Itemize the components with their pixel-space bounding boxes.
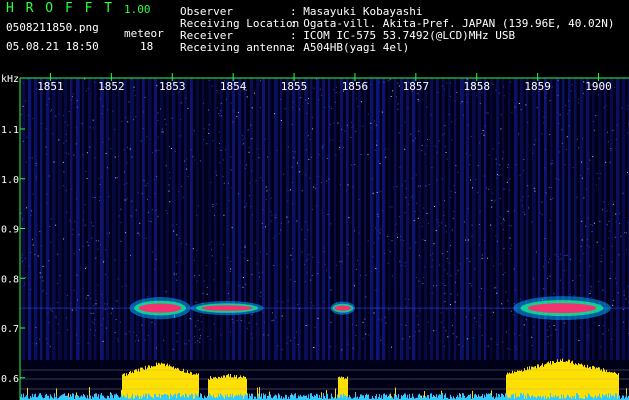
y-tick-label: 0.8 <box>1 274 19 285</box>
y-tick-label: 0.9 <box>1 225 19 236</box>
x-tick-label: 1858 <box>464 80 491 93</box>
spectrogram-chart: 1851 1852 1853 1854 1855 1856 1857 1858 1859 1900… <box>1 73 629 400</box>
x-tick-label: 1854 <box>220 80 247 93</box>
echo-core-3 <box>527 303 597 314</box>
y-tick-label: 0.6 <box>1 374 19 385</box>
x-tick-label: 1859 <box>524 80 551 93</box>
x-tick-label: 1857 <box>403 80 430 93</box>
y-tick-label: 0.7 <box>1 324 19 335</box>
y-tick-label: 1.0 <box>1 175 19 186</box>
x-tick-label: 1851 <box>37 80 64 93</box>
y-axis-unit: kHz <box>1 74 19 85</box>
x-tick-label: 1855 <box>281 80 308 93</box>
echo-core-2 <box>334 305 352 311</box>
x-tick-label: 1852 <box>98 80 125 93</box>
y-tick-label: 1.1 <box>1 125 19 136</box>
echo-core-0 <box>138 303 182 313</box>
x-tick-label: 1853 <box>159 80 186 93</box>
echo-core-1 <box>201 305 253 311</box>
x-tick-label: 1856 <box>342 80 369 93</box>
x-tick-label: 1900 <box>585 80 612 93</box>
